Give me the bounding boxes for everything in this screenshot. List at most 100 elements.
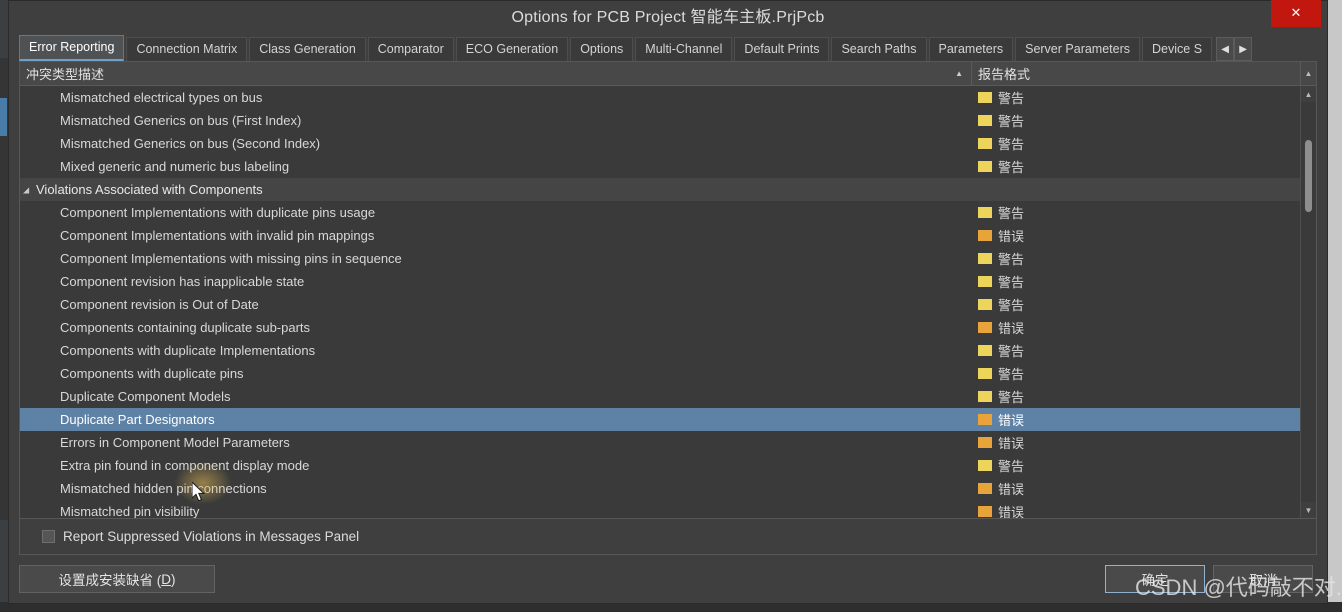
grid-group-row[interactable]: ◢ Violations Associated with Components [20, 178, 1300, 201]
warning-folder-icon [978, 92, 992, 103]
grid-row[interactable]: Component Implementations with invalid p… [20, 224, 1300, 247]
grid-row[interactable]: Extra pin found in component display mod… [20, 454, 1300, 477]
violation-description-cell: Mismatched hidden pin connections [20, 481, 972, 496]
grid-row[interactable]: Mixed generic and numeric bus labeling 警告 [20, 155, 1300, 178]
report-format-label: 警告 [998, 275, 1025, 290]
report-format-cell[interactable]: 警告 [972, 249, 1300, 268]
grid-row[interactable]: Component revision is Out of Date 警告 [20, 293, 1300, 316]
scrollbar-thumb[interactable] [1305, 140, 1312, 212]
column-header-report-format-label: 报告格式 [978, 67, 1031, 82]
ok-button[interactable]: 确定 [1105, 565, 1205, 593]
report-format-label: 错误 [998, 505, 1025, 518]
violation-description-label: Components containing duplicate sub-part… [60, 320, 311, 335]
grid-row[interactable]: Duplicate Part Designators 错误 [20, 408, 1300, 431]
grid-header-scroll-corner: ▲ [1300, 62, 1316, 85]
report-format-cell[interactable]: 警告 [972, 295, 1300, 314]
violation-description-cell: ◢ Violations Associated with Components [20, 182, 972, 197]
error-folder-icon [978, 322, 992, 333]
report-format-cell[interactable]: 错误 [972, 410, 1300, 429]
chevron-right-icon[interactable]: ▶ [1234, 37, 1253, 61]
report-format-cell[interactable]: 错误 [972, 433, 1300, 452]
expander-collapse-icon[interactable]: ◢ [23, 185, 29, 194]
chevron-left-icon[interactable]: ◀ [1216, 37, 1235, 61]
suppressed-violations-bar: Report Suppressed Violations in Messages… [19, 519, 1317, 555]
set-to-installation-defaults-button[interactable]: 设置成安装缺省 (D) [19, 565, 215, 593]
report-format-cell[interactable]: 警告 [972, 364, 1300, 383]
violations-grid-panel: 冲突类型描述 ▲ 报告格式 ▲ Mismatched electrical ty… [19, 61, 1317, 519]
violation-description-cell: Extra pin found in component display mod… [20, 458, 972, 473]
set-to-installation-defaults-accel: D [161, 571, 171, 587]
grid-row[interactable]: Duplicate Component Models 警告 [20, 385, 1300, 408]
report-format-cell[interactable]: 警告 [972, 272, 1300, 291]
column-header-report-format[interactable]: 报告格式 [972, 62, 1300, 85]
violation-description-label: Errors in Component Model Parameters [60, 435, 290, 450]
tab-options[interactable]: Options [570, 37, 634, 61]
tab-multi-channel[interactable]: Multi-Channel [635, 37, 733, 61]
scrollbar-track[interactable] [1301, 102, 1316, 502]
report-format-cell[interactable]: 警告 [972, 134, 1300, 153]
tab-label: Multi-Channel [645, 42, 723, 56]
report-format-cell[interactable]: 错误 [972, 318, 1300, 337]
violation-description-cell: Mismatched Generics on bus (First Index) [20, 113, 972, 128]
tab-search-paths[interactable]: Search Paths [831, 37, 927, 61]
violation-description-cell: Components with duplicate pins [20, 366, 972, 381]
grid-row[interactable]: Mismatched Generics on bus (Second Index… [20, 132, 1300, 155]
grid-row[interactable]: Errors in Component Model Parameters 错误 [20, 431, 1300, 454]
scroll-down-icon[interactable]: ▼ [1301, 502, 1316, 518]
report-format-cell[interactable]: 警告 [972, 456, 1300, 475]
vertical-scrollbar[interactable]: ▲ ▼ [1300, 86, 1316, 518]
report-format-cell[interactable]: 错误 [972, 479, 1300, 498]
report-format-label: 警告 [998, 160, 1025, 175]
grid-row[interactable]: Component revision has inapplicable stat… [20, 270, 1300, 293]
report-format-label: 警告 [998, 459, 1025, 474]
report-format-cell[interactable]: 警告 [972, 387, 1300, 406]
grid-row[interactable]: Mismatched electrical types on bus 警告 [20, 86, 1300, 109]
warning-folder-icon [978, 299, 992, 310]
grid-row[interactable]: Mismatched pin visibility 错误 [20, 500, 1300, 518]
violation-description-label: Component revision has inapplicable stat… [60, 274, 305, 289]
report-format-cell[interactable]: 错误 [972, 226, 1300, 245]
tab-device-s[interactable]: Device S [1142, 37, 1213, 61]
error-folder-icon [978, 414, 992, 425]
tab-connection-matrix[interactable]: Connection Matrix [126, 37, 248, 61]
violation-description-cell: Components with duplicate Implementation… [20, 343, 972, 358]
report-format-cell[interactable]: 警告 [972, 341, 1300, 360]
report-format-cell[interactable]: 警告 [972, 157, 1300, 176]
report-format-cell[interactable]: 警告 [972, 88, 1300, 107]
grid-row[interactable]: Component Implementations with missing p… [20, 247, 1300, 270]
tab-strip: Error Reporting Connection Matrix Class Ge… [19, 35, 1317, 61]
report-format-cell[interactable]: 错误 [972, 502, 1300, 518]
grid-row[interactable]: Components with duplicate pins 警告 [20, 362, 1300, 385]
tab-error-reporting[interactable]: Error Reporting [19, 35, 125, 61]
scroll-up-icon[interactable]: ▲ [1301, 86, 1316, 102]
grid-row[interactable]: Component Implementations with duplicate… [20, 201, 1300, 224]
tab-comparator[interactable]: Comparator [367, 37, 454, 61]
column-header-description[interactable]: 冲突类型描述 ▲ [20, 62, 972, 85]
tab-class-generation[interactable]: Class Generation [249, 37, 366, 61]
grid-row[interactable]: Components containing duplicate sub-part… [20, 316, 1300, 339]
warning-folder-icon [978, 115, 992, 126]
violation-description-cell: Mismatched electrical types on bus [20, 90, 972, 105]
warning-folder-icon [978, 391, 992, 402]
report-format-label: 警告 [998, 114, 1025, 129]
grid-row[interactable]: Mismatched Generics on bus (First Index)… [20, 109, 1300, 132]
tab-server-parameters[interactable]: Server Parameters [1015, 37, 1141, 61]
warning-folder-icon [978, 276, 992, 287]
report-format-cell[interactable]: 警告 [972, 203, 1300, 222]
report-format-label: 警告 [998, 91, 1025, 106]
tab-default-prints[interactable]: Default Prints [734, 37, 830, 61]
violation-description-cell: Duplicate Component Models [20, 389, 972, 404]
cancel-button[interactable]: 取消 [1213, 565, 1313, 593]
set-to-installation-defaults-suffix: ) [171, 571, 176, 587]
violation-description-cell: Mixed generic and numeric bus labeling [20, 159, 972, 174]
report-format-label: 警告 [998, 252, 1025, 267]
tab-parameters[interactable]: Parameters [928, 37, 1014, 61]
grid-body-wrapper: Mismatched electrical types on bus 警告 Mism… [20, 86, 1316, 518]
grid-row[interactable]: Components with duplicate Implementation… [20, 339, 1300, 362]
report-suppressed-checkbox[interactable] [42, 530, 55, 543]
close-icon[interactable]: ✕ [1271, 0, 1321, 27]
warning-folder-icon [978, 345, 992, 356]
report-format-cell[interactable]: 警告 [972, 111, 1300, 130]
grid-row[interactable]: Mismatched hidden pin connections 错误 [20, 477, 1300, 500]
tab-eco-generation[interactable]: ECO Generation [455, 37, 569, 61]
